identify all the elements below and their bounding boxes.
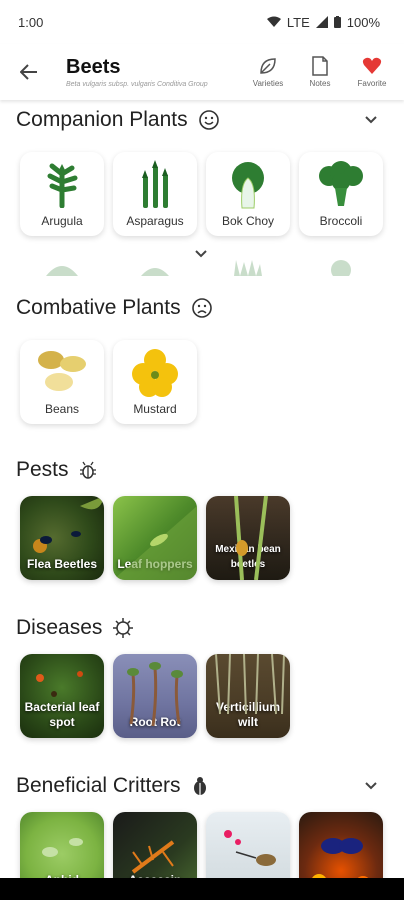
sad-icon: [191, 297, 213, 319]
companion-card-asparagus[interactable]: Asparagus: [113, 152, 197, 236]
companion-header: Companion Plants: [16, 104, 404, 136]
mexican-bean-beetle-image: [234, 496, 268, 580]
beans-icon: [38, 351, 86, 391]
pest-card-flea-beetles[interactable]: Flea Beetles: [20, 496, 104, 580]
pest-card-mexican-bean-beetles[interactable]: Mexican bean beetles: [206, 496, 290, 580]
companion-card-arugula[interactable]: Arugula: [20, 152, 104, 236]
combative-header: Combative Plants: [16, 292, 404, 324]
critters-header: Beneficial Critters: [16, 770, 404, 802]
pests-header: Pests: [16, 454, 404, 486]
status-time: 1:00: [18, 14, 44, 30]
favorite-button[interactable]: Favorite: [350, 56, 394, 88]
status-icons: LTE 100%: [266, 14, 380, 30]
faded-card: [206, 246, 290, 276]
favorite-label: Favorite: [357, 79, 387, 88]
header-actions: Varieties Notes Favorite: [246, 56, 394, 88]
page-title: Beets: [66, 56, 121, 78]
disease-card-root-rot[interactable]: Root Rot: [113, 654, 197, 738]
leaf-icon: [260, 58, 276, 74]
arugula-icon: [47, 163, 78, 208]
pests-list: Flea Beetles Leaf hoppers Mexican bean b…: [16, 496, 404, 580]
diseases-title: Diseases: [16, 616, 103, 639]
signal-icon: [315, 16, 328, 28]
system-nav-bar: [0, 878, 404, 900]
broccoli-icon: [319, 161, 363, 206]
critters-collapse-button[interactable]: [364, 778, 378, 796]
companion-more-row: [16, 246, 404, 276]
battery-icon: [333, 16, 341, 28]
page-subtitle: Beta vulgaris subsp. vulgaris Conditiva …: [66, 81, 208, 88]
companion-label: Bok Choy: [221, 214, 275, 228]
diseases-section: Diseases Bacterial leaf spot Root Rot Ve…: [0, 612, 404, 738]
virus-icon: [112, 617, 134, 639]
network-label: LTE: [286, 14, 310, 30]
faded-card: [113, 246, 197, 276]
chevron-down-icon: [195, 250, 207, 258]
combative-label: Beans: [44, 402, 80, 416]
notes-label: Notes: [309, 79, 331, 88]
leafhopper-image: [113, 506, 197, 580]
companion-collapse-button[interactable]: [364, 112, 378, 130]
title-block: Beets Beta vulgaris subsp. vulgaris Cond…: [66, 56, 246, 88]
combative-list: Beans Mustard: [16, 340, 404, 424]
diseases-header: Diseases: [16, 612, 404, 644]
flea-beetle-image: [33, 496, 104, 553]
companion-label: Asparagus: [126, 214, 184, 228]
companion-card-broccoli[interactable]: Broccoli: [299, 152, 383, 236]
pest-card-leaf-hoppers[interactable]: Leaf hoppers: [113, 496, 197, 580]
ladybug-icon: [191, 776, 209, 796]
notes-button[interactable]: Notes: [298, 56, 342, 88]
companion-section: Companion Plants Arugula Asparagus Bok C…: [0, 104, 404, 276]
faded-card: [20, 246, 104, 276]
disease-card-verticillium-wilt[interactable]: Verticillium wilt: [206, 654, 290, 738]
wifi-icon: [266, 16, 281, 27]
bok-choy-icon: [232, 162, 264, 209]
combative-label: Mustard: [133, 402, 177, 416]
critters-title: Beneficial Critters: [16, 774, 181, 797]
back-arrow-icon: [20, 64, 37, 80]
smile-icon: [198, 109, 220, 131]
companion-title: Companion Plants: [16, 108, 188, 131]
root-rot-image: [127, 662, 183, 727]
mustard-icon: [132, 349, 178, 397]
varieties-button[interactable]: Varieties: [246, 56, 290, 88]
back-button[interactable]: [14, 57, 44, 87]
disease-card-bacterial-leaf-spot[interactable]: Bacterial leaf spot: [20, 654, 104, 738]
companion-card-bok-choy[interactable]: Bok Choy: [206, 152, 290, 236]
combative-card-beans[interactable]: Beans: [20, 340, 104, 424]
diseases-list: Bacterial leaf spot Root Rot Verticilliu…: [16, 654, 404, 738]
varieties-label: Varieties: [252, 79, 284, 88]
pests-section: Pests Flea Beetles Leaf hoppers Mexican …: [0, 454, 404, 580]
app-bar: Beets Beta vulgaris subsp. vulgaris Cond…: [0, 44, 404, 100]
note-icon: [312, 56, 328, 76]
verticillium-wilt-image: [215, 654, 285, 715]
combative-title: Combative Plants: [16, 296, 181, 319]
companion-label: Arugula: [41, 214, 83, 228]
companion-label: Broccoli: [319, 214, 363, 228]
combative-card-mustard[interactable]: Mustard: [113, 340, 197, 424]
bug-icon: [79, 460, 97, 480]
asparagus-icon: [142, 160, 168, 208]
status-bar: 1:00 LTE 100%: [0, 0, 404, 44]
companion-expand-button[interactable]: [194, 246, 208, 264]
chevron-down-icon: [365, 782, 377, 790]
chevron-down-icon: [365, 116, 377, 124]
battery-label: 100%: [346, 14, 380, 30]
companion-list: Arugula Asparagus Bok Choy Broccoli: [16, 152, 404, 236]
heart-icon: [362, 57, 382, 74]
pests-title: Pests: [16, 458, 69, 481]
bacterial-leaf-spot-image: [36, 671, 83, 697]
faded-card: [299, 246, 383, 276]
combative-section: Combative Plants Beans Mustard: [0, 292, 404, 424]
